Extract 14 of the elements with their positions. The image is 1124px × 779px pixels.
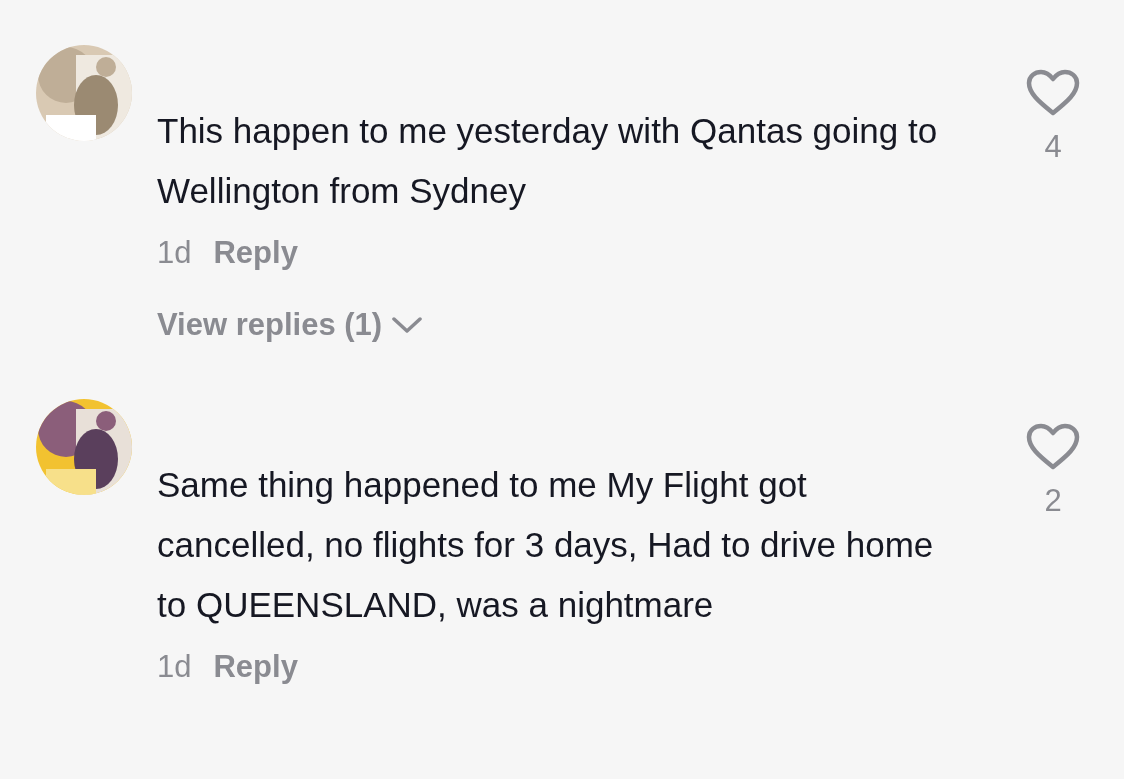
view-replies-link[interactable]: View replies (1): [157, 299, 423, 351]
like-button[interactable]: [1026, 69, 1080, 117]
like-button[interactable]: [1026, 423, 1080, 471]
reply-link[interactable]: Reply: [213, 227, 298, 279]
comment-text: Same thing happened to me My Flight got cancelled, no flights for 3 days, Had to drive home to QUEENSLAND, was a nightmare: [157, 464, 935, 626]
comment-age: 1d: [157, 234, 192, 272]
comment-age: 1d: [157, 648, 192, 686]
reply-link[interactable]: Reply: [213, 641, 298, 693]
like-count: 2: [1044, 482, 1062, 520]
heart-icon: [1026, 423, 1080, 471]
heart-icon: [1026, 69, 1080, 117]
chevron-down-icon: [392, 316, 423, 334]
like-count: 4: [1044, 128, 1062, 166]
comment-text: This happen to me yesterday with Qantas going to Wellington from Sydney: [157, 110, 939, 212]
